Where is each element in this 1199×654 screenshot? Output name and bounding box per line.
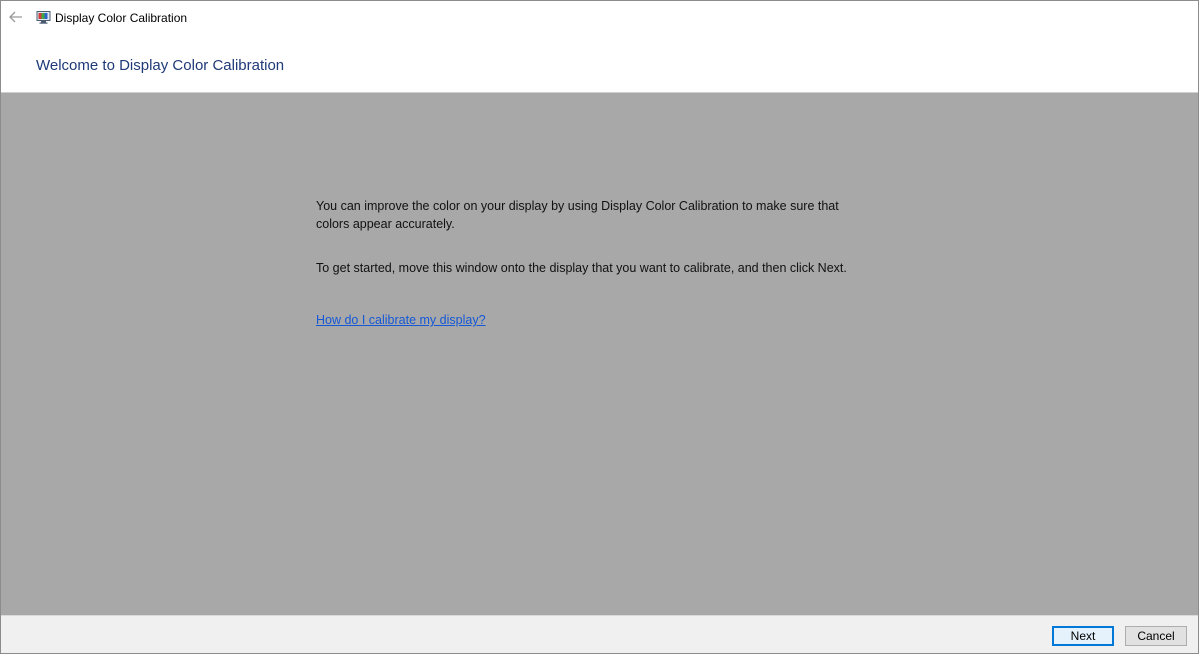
page-header: Welcome to Display Color Calibration <box>1 35 1198 93</box>
help-link[interactable]: How do I calibrate my display? <box>316 311 486 329</box>
button-bar: Next Cancel <box>1 615 1198 654</box>
cancel-button[interactable]: Cancel <box>1125 626 1187 646</box>
back-button[interactable] <box>6 7 26 27</box>
title-bar: Display Color Calibration <box>1 1 1198 35</box>
back-arrow-icon <box>9 11 23 23</box>
instruction-text: To get started, move this window onto th… <box>316 259 876 277</box>
page-title: Welcome to Display Color Calibration <box>36 56 284 76</box>
window-title: Display Color Calibration <box>55 10 187 26</box>
calibration-window: Display Color Calibration Welcome to Dis… <box>0 0 1199 654</box>
content-area: You can improve the color on your displa… <box>1 93 1198 615</box>
display-color-calibration-icon <box>36 10 51 25</box>
next-button[interactable]: Next <box>1052 626 1114 646</box>
intro-text: You can improve the color on your displa… <box>316 197 856 233</box>
